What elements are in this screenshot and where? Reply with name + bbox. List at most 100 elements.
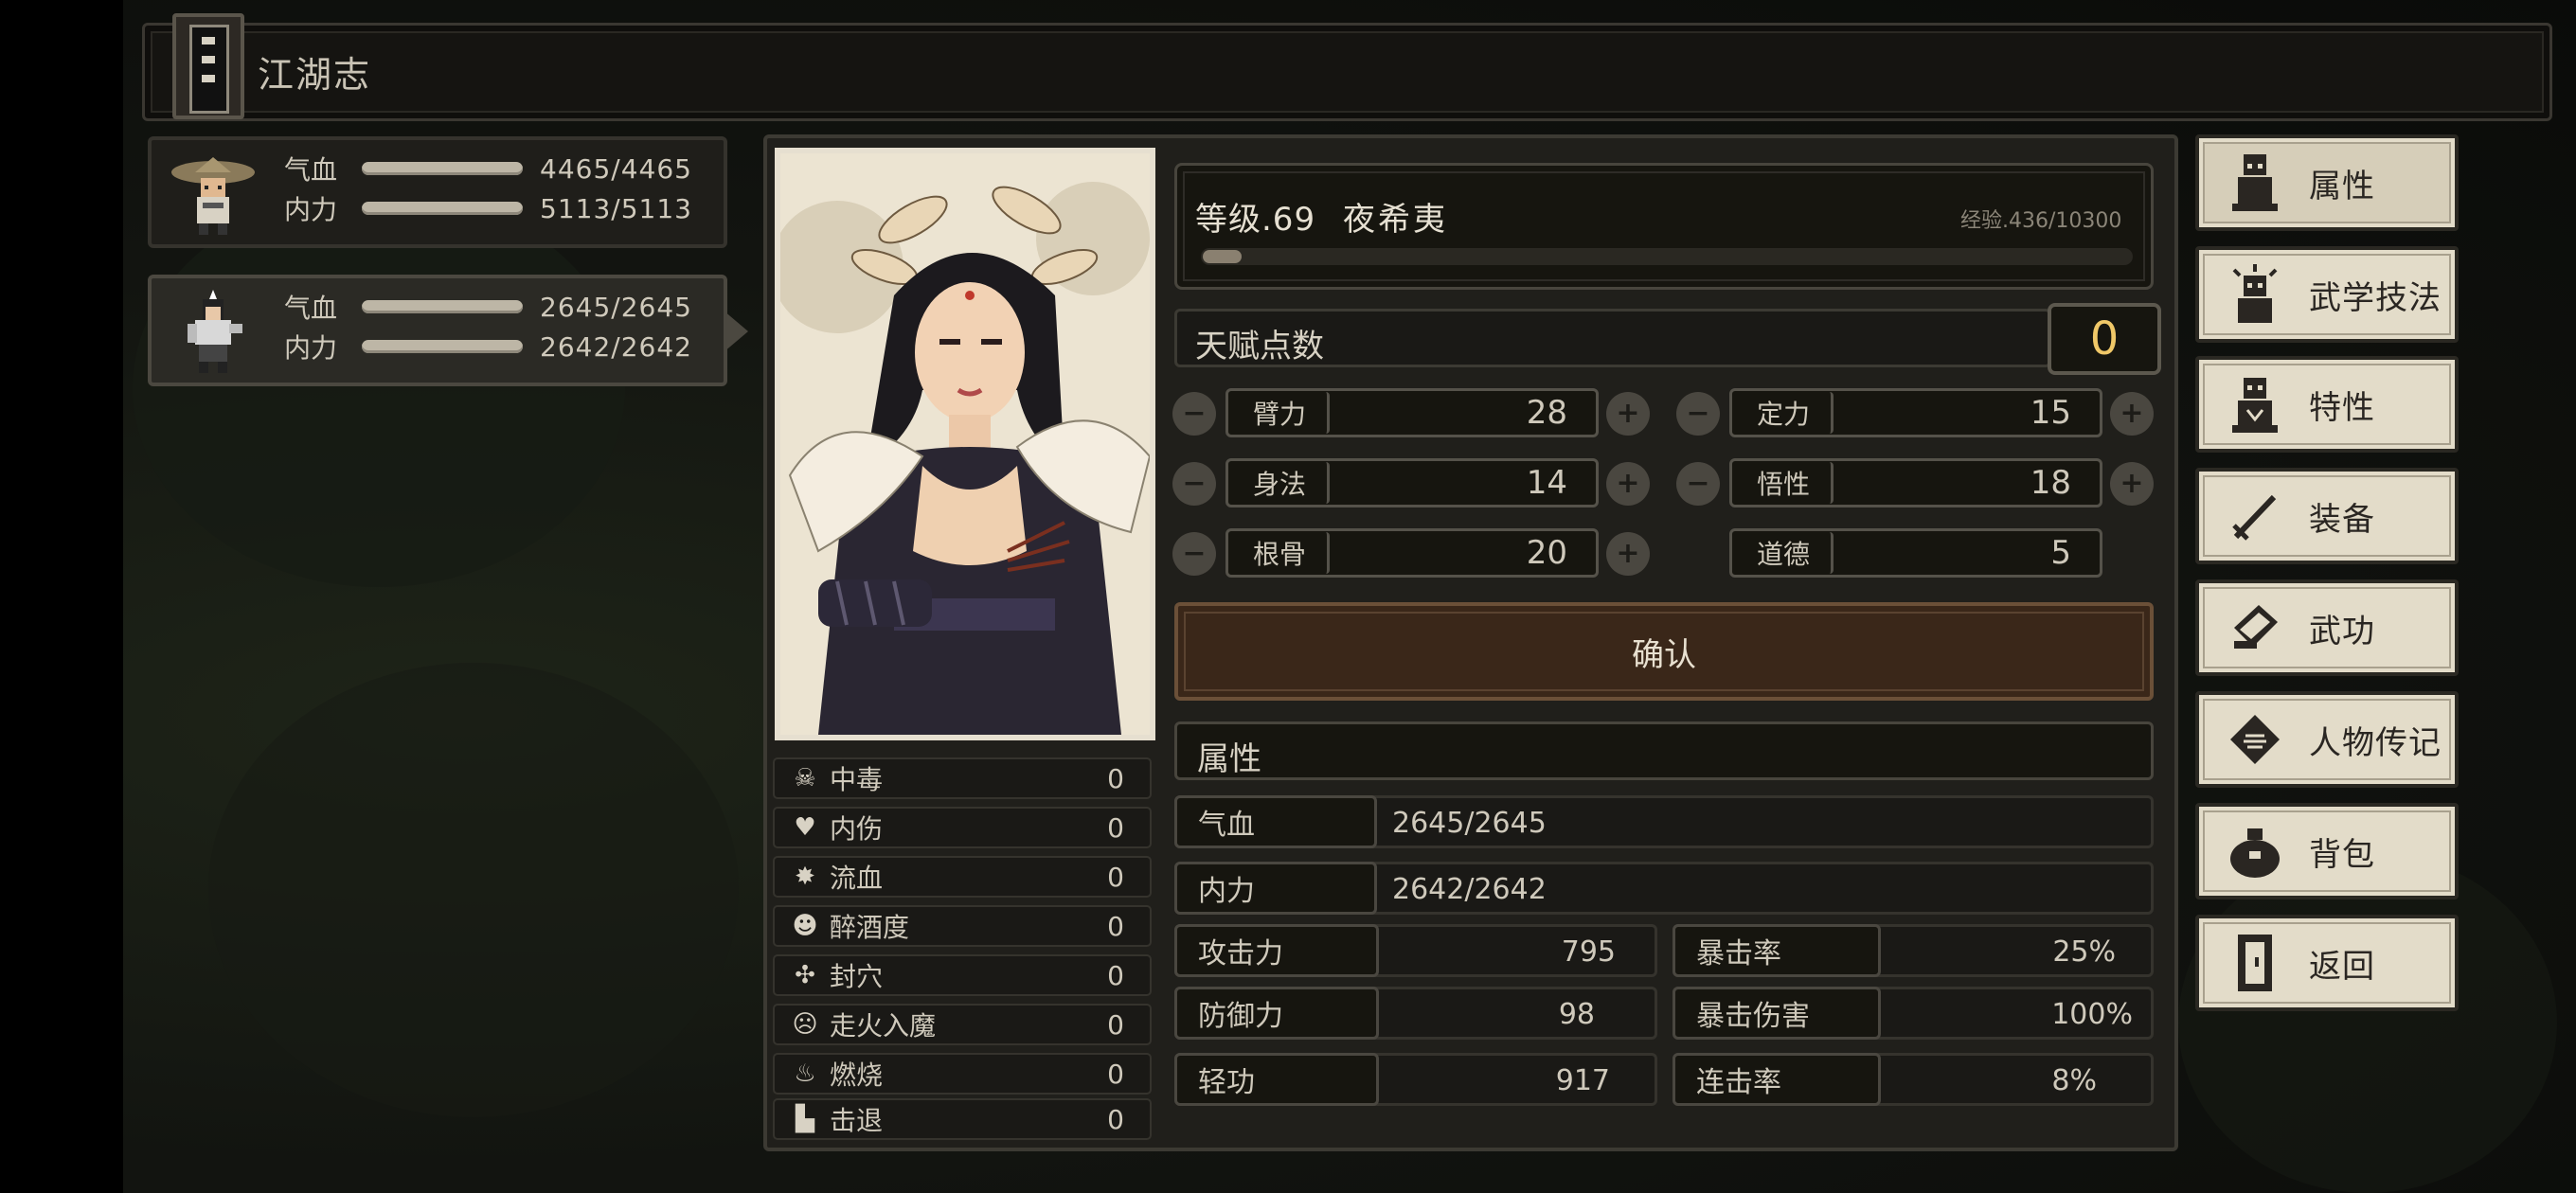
increase-constitution-button[interactable]: + [1606, 532, 1650, 576]
stat-label: 臂力 [1232, 392, 1330, 434]
increase-composure-button[interactable]: + [2110, 392, 2154, 436]
ailment-qi-deviation: ☹ 走火入魔 0 [773, 1004, 1152, 1045]
ailment-value: 0 [1107, 811, 1124, 844]
character-level: 等级.69 [1195, 201, 1316, 239]
ailment-label: 醉酒度 [830, 912, 910, 943]
combo-rate-value: 8% [2051, 1064, 2097, 1097]
hp-attribute-value: 2645/2645 [1392, 807, 1547, 840]
mp-label: 内力 [284, 332, 338, 364]
menu-label: 人物传记 [2309, 723, 2442, 762]
broken-heart-icon: ♥ [794, 813, 816, 842]
mp-bar [362, 202, 523, 215]
experience-bar-track [1201, 248, 2133, 265]
hp-label: 气血 [284, 154, 338, 186]
attack-label: 攻击力 [1174, 924, 1379, 977]
stat-value: 14 [1526, 464, 1567, 502]
stat-label: 道德 [1736, 532, 1834, 574]
stat-label: 悟性 [1736, 462, 1834, 504]
drunk-face-icon: ☻ [792, 912, 818, 940]
increase-strength-button[interactable]: + [1606, 392, 1650, 436]
decrease-strength-button[interactable]: − [1172, 392, 1216, 436]
ailment-label: 击退 [830, 1105, 884, 1136]
mp-attribute-label: 内力 [1174, 862, 1377, 915]
decrease-composure-button[interactable]: − [1676, 392, 1720, 436]
confirm-button[interactable]: 确认 [1174, 602, 2154, 701]
increase-agility-button[interactable]: + [1606, 462, 1650, 506]
female-fighter-sprite-icon [188, 290, 242, 373]
talent-points-value: 0 [2048, 303, 2161, 375]
character-portrait [775, 148, 1155, 740]
party-member-card[interactable]: 气血 4465/4465 内力 5113/5113 [148, 136, 727, 248]
screen-edge [0, 0, 123, 1193]
ailment-label: 燃烧 [830, 1059, 884, 1091]
skills-icon [2222, 261, 2288, 328]
ailment-sealed-points: ✣ 封穴 0 [773, 954, 1152, 996]
background-foliage [133, 189, 625, 587]
defense-value: 98 [1558, 998, 1595, 1031]
menu-martial-arts[interactable]: 武功 [2195, 579, 2459, 676]
character-icon [2222, 150, 2288, 216]
ailment-label: 中毒 [830, 764, 884, 795]
mp-value: 5113/5113 [540, 192, 692, 224]
ailment-value: 0 [1107, 1008, 1124, 1041]
sealed-point-icon: ✣ [795, 961, 815, 989]
strength-stat: 臂力 28 [1225, 388, 1599, 437]
mp-label: 内力 [284, 194, 338, 225]
combo-rate-label: 连击率 [1673, 1053, 1881, 1106]
mp-bar [362, 340, 523, 353]
blood-drop-icon: ✸ [795, 863, 815, 891]
decrease-constitution-button[interactable]: − [1172, 532, 1216, 576]
crit-damage-label: 暴击伤害 [1673, 987, 1881, 1040]
menu-label: 属性 [2309, 167, 2375, 205]
menu-martial-techniques[interactable]: 武学技法 [2195, 246, 2459, 343]
decrease-insight-button[interactable]: − [1676, 462, 1720, 506]
menu-return[interactable]: 返回 [2195, 915, 2459, 1011]
hp-value: 2645/2645 [540, 291, 692, 323]
menu-traits[interactable]: 特性 [2195, 356, 2459, 453]
stat-value: 15 [2030, 394, 2071, 432]
crit-damage-value: 100% [2051, 998, 2133, 1031]
title-bar [142, 23, 2552, 121]
hat-warrior-sprite-icon [171, 157, 255, 235]
lightness-value: 917 [1555, 1064, 1610, 1097]
selection-arrow-icon [724, 311, 748, 352]
hp-bar [362, 300, 523, 313]
menu-attributes[interactable]: 属性 [2195, 134, 2459, 231]
ailment-label: 封穴 [830, 961, 884, 992]
ailment-poison: ☠ 中毒 0 [773, 757, 1152, 799]
ailment-value: 0 [1107, 1103, 1124, 1135]
demon-face-icon: ☹ [792, 1010, 818, 1039]
ailment-internal-injury: ♥ 内伤 0 [773, 807, 1152, 848]
stat-label: 定力 [1736, 392, 1834, 434]
ailment-bleeding: ✸ 流血 0 [773, 856, 1152, 898]
mp-value: 2642/2642 [540, 330, 692, 363]
lightness-label: 轻功 [1174, 1053, 1379, 1106]
menu-biography[interactable]: 人物传记 [2195, 691, 2459, 788]
menu-equipment[interactable]: 装备 [2195, 468, 2459, 564]
stat-label: 身法 [1232, 462, 1330, 504]
talent-points-label: 天赋点数 [1195, 328, 1324, 365]
increase-insight-button[interactable]: + [2110, 462, 2154, 506]
party-member-card-selected[interactable]: 气血 2645/2645 内力 2642/2642 [148, 275, 727, 386]
hp-attribute-label: 气血 [1174, 795, 1377, 848]
agility-stat: 身法 14 [1225, 458, 1599, 507]
stat-value: 5 [2050, 534, 2071, 572]
menu-label: 背包 [2309, 835, 2375, 874]
biography-icon [2222, 706, 2288, 773]
ailment-value: 0 [1107, 861, 1124, 893]
menu-label: 返回 [2309, 947, 2375, 986]
flame-icon: ♨ [794, 1059, 816, 1088]
ailment-label: 内伤 [830, 813, 884, 845]
decrease-agility-button[interactable]: − [1172, 462, 1216, 506]
crit-rate-value: 25% [2052, 935, 2116, 969]
experience-text: 经验.436/10300 [1960, 209, 2122, 233]
skull-icon: ☠ [794, 764, 816, 792]
menu-backpack[interactable]: 背包 [2195, 803, 2459, 899]
menu-label: 特性 [2309, 388, 2375, 427]
background-foliage [2178, 852, 2557, 1193]
boot-icon: ▙ [796, 1105, 814, 1133]
menu-label: 装备 [2309, 500, 2375, 539]
ailment-burning: ♨ 燃烧 0 [773, 1053, 1152, 1095]
constitution-stat: 根骨 20 [1225, 528, 1599, 578]
hp-label: 气血 [284, 293, 338, 324]
